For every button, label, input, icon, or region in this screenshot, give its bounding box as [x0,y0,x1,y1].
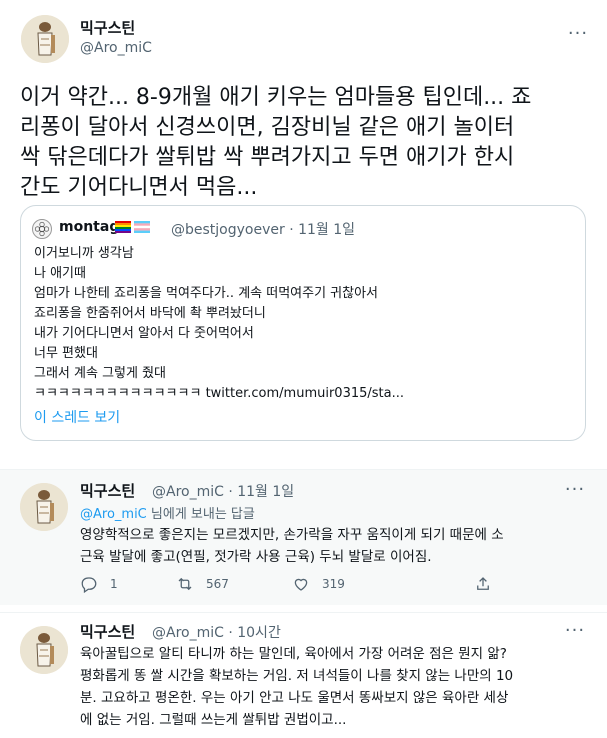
author-name[interactable]: 믹구스틴 [80,17,135,38]
quote-line: 나 애기때 [34,266,86,281]
retweet-icon [178,577,192,591]
quote-line: 너무 편했대 [34,346,98,361]
tweet-text-line: 간도 기어다니면서 먹음... [20,175,258,200]
laugh-text: ㅋㅋㅋㅋㅋㅋㅋㅋㅋㅋㅋㅋㅋㅋ [34,386,206,401]
more-horizontal-icon[interactable]: ··· [563,478,587,502]
quote-line: 내가 기어다니면서 알아서 다 줏어먹어서 [34,326,254,341]
reply-icon [81,577,97,593]
reply-text: 육아꿀팁으로 알티 타니까 하는 말인데, 육아에서 가장 어려운 점은 뭔지 … [80,643,595,731]
author-handle[interactable]: @Aro_miC [80,40,152,56]
show-thread-link[interactable]: 이 스레드 보기 [34,407,120,427]
reply-count: 1 [110,577,118,591]
author-name[interactable]: 믹구스틴 [80,480,135,501]
retweet-button[interactable]: 567 [176,574,229,594]
tweet-text-line: 리퐁이 달아서 신경쓰이면, 김장비닐 같은 애기 놀이터 [20,115,515,140]
avatar[interactable] [20,483,68,531]
replying-to-label: 님에게 보내는 답글 [146,507,255,522]
main-tweet: 믹구스틴 @Aro_miC ··· 이거 약간... 8-9개월 애기 키우는 … [0,0,607,460]
avatar[interactable] [21,15,69,63]
replying-to-mention[interactable]: @Aro_miC [80,507,147,522]
quoted-tweet-card[interactable]: montag @bestjogyoever · 11월 1일 이거보니까 생각남… [20,205,586,441]
like-count: 319 [322,577,345,591]
reply-tweet[interactable]: 믹구스틴 @Aro_miC · 11월 1일 ··· @Aro_miC 님에게 … [0,470,607,605]
tweet-text-line: 이거 약간... 8-9개월 애기 키우는 엄마들용 팁인데... 죠 [20,85,532,110]
avatar-illustration-icon [20,483,68,531]
retweet-count: 567 [206,577,229,591]
quote-line: 이거보니까 생각남 [34,246,134,261]
author-handle-time[interactable]: @Aro_miC · 11월 1일 [152,481,294,501]
more-horizontal-icon[interactable]: ··· [563,619,587,643]
reply-text-line: 분. 고요하고 평온한. 우는 아기 안고 나도 울면서 똥싸보지 않은 육아란… [80,690,509,706]
quote-line: 죠리퐁을 한줌쥐어서 바닥에 촥 뿌려놨더니 [34,306,266,321]
quote-link[interactable]: twitter.com/mumuir0315/sta... [206,386,404,401]
more-horizontal-icon[interactable]: ··· [566,22,590,46]
quote-line: 엄마가 나한테 죠리퐁을 먹여주다가.. 계속 떠먹여주기 귀찮아서 [34,286,379,301]
quote-handle-time: @bestjogyoever · 11월 1일 [171,222,356,238]
reply-tweet[interactable]: 믹구스틴 @Aro_miC · 10시간 ··· 육아꿀팁으로 알티 타니까 하… [0,613,607,738]
like-button[interactable]: 319 [292,574,345,594]
trans-flag-icon [134,221,150,233]
rainbow-flag-icon [115,221,131,233]
author-handle-time[interactable]: @Aro_miC · 10시간 [152,622,281,642]
reply-text-line: 근육 발달에 좋고(연필, 젓가락 사용 근육) 두뇌 발달로 이어짐. [80,549,432,565]
quote-line: ㅋㅋㅋㅋㅋㅋㅋㅋㅋㅋㅋㅋㅋㅋ twitter.com/mumuir0315/st… [34,384,574,404]
author-name[interactable]: 믹구스틴 [80,621,135,642]
share-button[interactable] [474,574,504,594]
reply-text-line: 에 없는 거임. 그럴때 쓰는게 쌀튀밥 권법이고... [80,712,347,728]
reply-text-line: 영양학적으로 좋은지는 모르겠지만, 손가락을 자꾸 움직이게 되기 때문에 소 [80,527,504,543]
quote-author-name: montag [59,219,120,235]
flower-avatar-icon [34,221,50,237]
replying-to: @Aro_miC 님에게 보내는 답글 [80,503,255,522]
avatar-illustration-icon [20,626,68,674]
reply-button[interactable]: 1 [80,574,118,594]
tweet-text: 이거 약간... 8-9개월 애기 키우는 엄마들용 팁인데... 죠리퐁이 달… [20,83,590,203]
reply-text-line: 평화롭게 똥 쌀 시간을 확보하는 거임. 저 녀석들이 나를 찾지 않는 나만… [80,668,514,684]
share-icon [477,577,489,590]
quote-line: 그래서 계속 그렇게 줬대 [34,366,166,381]
action-bar: 1 567 319 [80,574,580,594]
heart-icon [294,578,308,591]
quote-text: 이거보니까 생각남나 애기때엄마가 나한테 죠리퐁을 먹여주다가.. 계속 떠먹… [34,244,574,404]
reply-text-line: 육아꿀팁으로 알티 타니까 하는 말인데, 육아에서 가장 어려운 점은 뭔지 … [80,646,507,662]
avatar[interactable] [20,626,68,674]
avatar-illustration-icon [21,15,69,63]
tweet-text-line: 싹 닦은데다가 쌀튀밥 싹 뿌려가지고 두면 애기가 한시 [20,145,515,170]
reply-text: 영양학적으로 좋은지는 모르겠지만, 손가락을 자꾸 움직이게 되기 때문에 소… [80,524,595,568]
quote-avatar [32,219,52,239]
